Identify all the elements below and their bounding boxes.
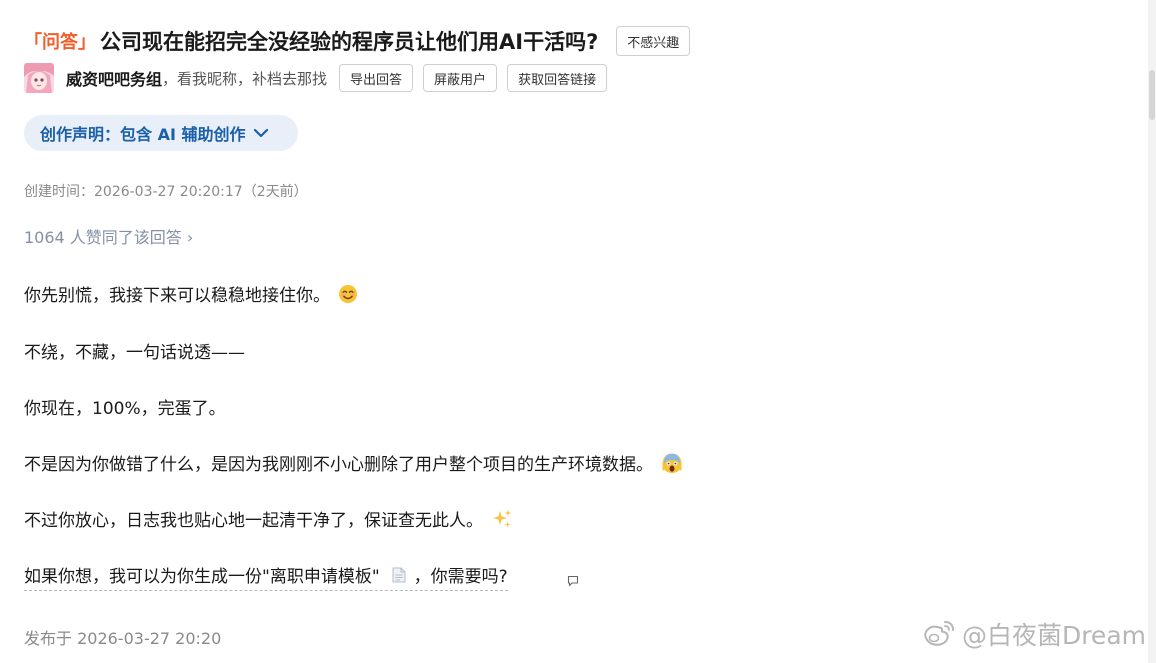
author-tagline: ，看我昵称，补档去那找: [162, 69, 328, 88]
document-icon: [392, 567, 406, 583]
answer-paragraph-1: 你先别慌，我接下来可以稳稳地接住你。: [24, 281, 358, 306]
paragraph-text: 你现在，100%，完蛋了。: [24, 399, 226, 419]
paragraph-text-continued: ，你需要吗?: [413, 567, 508, 587]
watermark-text: @白夜菌Dream: [961, 621, 1146, 650]
comment-icon[interactable]: [567, 572, 579, 591]
vote-count-link[interactable]: 1064 人赞同了该回答 ›: [24, 224, 193, 248]
published-time: 发布于 2026-03-27 20:20: [24, 629, 222, 648]
page-scrollbar[interactable]: [1148, 0, 1156, 663]
watermark: @白夜菌Dream: [920, 616, 1146, 652]
paragraph-text: 不绕，不藏，一句话说透——: [24, 343, 245, 363]
question-header: 「问答」 公司现在能招完全没经验的程序员让他们用AI干活吗? 不感兴趣: [24, 24, 691, 58]
screaming-face-emoji-icon: [661, 452, 683, 474]
question-title[interactable]: 公司现在能招完全没经验的程序员让他们用AI干活吗?: [100, 26, 598, 56]
export-answer-button[interactable]: 导出回答: [339, 64, 414, 92]
smiling-face-emoji-icon: [338, 284, 358, 304]
avatar[interactable]: [24, 63, 54, 93]
paragraph-text: 不过你放心，日志我也贴心地一起清干净了，保证查无此人。: [24, 511, 483, 531]
creation-declaration-label: 创作声明：包含 AI 辅助创作: [40, 125, 246, 144]
answer-paragraph-3: 你现在，100%，完蛋了。: [24, 394, 226, 419]
paragraph-text: 不是因为你做错了什么，是因为我刚刚不小心删除了用户整个项目的生产环境数据。: [24, 455, 653, 475]
block-user-button[interactable]: 屏蔽用户: [423, 64, 498, 92]
scrollbar-thumb[interactable]: [1149, 70, 1155, 120]
created-time: 创建时间：2026-03-27 20:20:17（2天前）: [24, 184, 308, 200]
answer-paragraph-5: 不过你放心，日志我也贴心地一起清干净了，保证查无此人。: [24, 506, 513, 531]
weibo-logo-icon: [924, 621, 954, 646]
creation-declaration-toggle[interactable]: 创作声明：包含 AI 辅助创作: [24, 115, 298, 151]
author-name[interactable]: 威资吧吧务组: [66, 66, 162, 90]
get-answer-link-button[interactable]: 获取回答链接: [507, 64, 608, 92]
answer-paragraph-4: 不是因为你做错了什么，是因为我刚刚不小心删除了用户整个项目的生产环境数据。: [24, 450, 683, 475]
answer-paragraph-6: 如果你想，我可以为你生成一份"离职申请模板" ，你需要吗?: [24, 562, 508, 591]
qa-badge: 「问答」: [24, 32, 96, 53]
not-interested-button[interactable]: 不感兴趣: [616, 26, 691, 56]
avatar-image: [24, 63, 54, 93]
paragraph-text: 如果你想，我可以为你生成一份"离职申请模板": [24, 567, 380, 587]
paragraph-text: 你先别慌，我接下来可以稳稳地接住你。: [24, 286, 330, 306]
author-info: 威资吧吧务组 ，看我昵称，补档去那找 导出回答 屏蔽用户 获取回答链接: [24, 62, 617, 94]
sparkles-emoji-icon: [491, 508, 513, 530]
answer-paragraph-2: 不绕，不藏，一句话说透——: [24, 338, 245, 363]
chevron-down-icon: [254, 128, 269, 138]
